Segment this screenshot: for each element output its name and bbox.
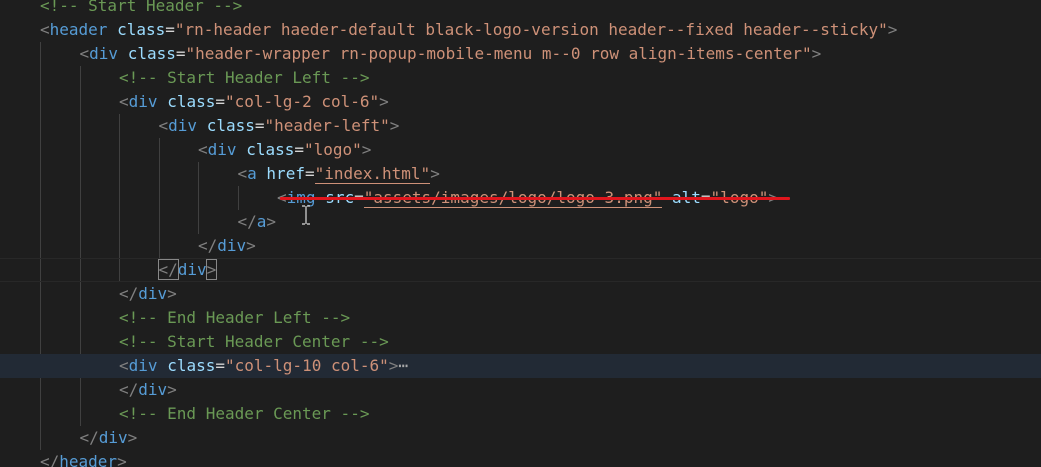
equals-sign: = [175, 44, 186, 63]
bracket: < [119, 356, 129, 375]
attribute-value: "rn-header haeder-default black-logo-ver… [174, 20, 888, 39]
tag-name: a [256, 212, 267, 231]
equals-sign: = [254, 116, 265, 135]
bracket: > [246, 236, 256, 255]
equals-sign: = [294, 140, 304, 159]
bracket: </ [40, 452, 60, 467]
bracket: > [430, 164, 440, 183]
code-editor[interactable]: <!-- Start Header --> <header class="rn-h… [0, 0, 1041, 467]
tag-name: div [168, 116, 198, 135]
attribute-value: "header-wrapper rn-popup-mobile-menu m--… [185, 44, 812, 63]
code-line[interactable]: </div> [0, 282, 1041, 306]
attribute-value: "header-left" [264, 116, 390, 135]
tag-name: div [138, 380, 168, 399]
tag-name: div [138, 284, 168, 303]
code-line[interactable]: <!-- End Header Center --> [0, 402, 1041, 426]
attribute-name: class [206, 116, 255, 135]
equals-sign: = [215, 356, 225, 375]
bracket: > [887, 20, 898, 39]
tag-name: div [89, 44, 119, 63]
tag-name: header [49, 20, 108, 39]
bracket: > [811, 44, 822, 63]
code-line[interactable]: </div> [0, 378, 1041, 402]
link-value: "index.html" [314, 164, 431, 184]
bracket: > [167, 284, 177, 303]
bracket: > [388, 356, 399, 375]
tag-name: div [98, 428, 128, 447]
code-line[interactable]: </header> [0, 450, 1041, 467]
code-line[interactable]: <!-- Start Header --> [0, 0, 1041, 18]
bracket: < [158, 116, 169, 135]
code-line[interactable]: </div> [0, 258, 1041, 282]
bracket: </ [119, 380, 139, 399]
bracket: > [127, 428, 138, 447]
attribute-name: class [167, 356, 216, 375]
equals-sign: = [165, 20, 175, 39]
bracket: </ [198, 236, 218, 255]
comment: <!-- End Header Left --> [119, 308, 351, 327]
attribute-value: "col-lg-2 col-6" [225, 92, 380, 111]
code-line[interactable]: <!-- End Header Left --> [0, 306, 1041, 330]
bracket: < [79, 44, 90, 63]
code-line[interactable]: <div class="logo"> [0, 138, 1041, 162]
equals-sign: = [304, 164, 315, 183]
code-line[interactable]: <div class="col-lg-10 col-6">⋯ [0, 354, 1041, 378]
tag-name: div [217, 236, 247, 255]
code-line[interactable]: <a href="index.html"> [0, 162, 1041, 186]
bracket: > [266, 212, 277, 231]
code-line[interactable]: <div class="header-wrapper rn-popup-mobi… [0, 42, 1041, 66]
attribute-name: class [246, 140, 295, 159]
bracket: < [119, 92, 129, 111]
equals-sign: = [215, 92, 225, 111]
tag-name: div [207, 140, 237, 159]
attribute-name: href [266, 164, 305, 183]
comment: <!-- End Header Center --> [119, 404, 370, 423]
comment: <!-- Start Header Center --> [119, 332, 389, 351]
red-annotation-underline [280, 197, 790, 200]
code-line[interactable]: <!-- Start Header Center --> [0, 330, 1041, 354]
bracket: > [117, 452, 127, 467]
bracket: < [40, 20, 50, 39]
code-line[interactable]: <div class="header-left"> [0, 114, 1041, 138]
code-line[interactable]: <!-- Start Header Left --> [0, 66, 1041, 90]
bracket: < [198, 140, 208, 159]
bracket: </ [79, 428, 99, 447]
code-line[interactable]: <header class="rn-header haeder-default … [0, 18, 1041, 42]
tag-name: header [59, 452, 118, 467]
tag-name: div [128, 356, 158, 375]
bracket: > [361, 140, 372, 159]
folded-ellipsis: ⋯ [398, 356, 409, 375]
comment: <!-- Start Header Left --> [119, 68, 370, 87]
attribute-value: "logo" [304, 140, 362, 159]
bracket: </ [237, 212, 257, 231]
bracket: </ [119, 284, 139, 303]
attribute-name: class [117, 20, 166, 39]
tag-name: a [247, 164, 257, 183]
text-cursor-icon [301, 205, 311, 225]
bracket: > [389, 116, 400, 135]
matched-bracket: > [205, 259, 218, 280]
comment: <!-- Start Header --> [40, 0, 243, 15]
matched-bracket: </ [157, 259, 179, 280]
attribute-name: class [127, 44, 176, 63]
attribute-value: "col-lg-10 col-6" [225, 356, 389, 375]
bracket: > [167, 380, 177, 399]
code-line[interactable]: </a> [0, 210, 1041, 234]
bracket: > [379, 92, 389, 111]
attribute-name: class [167, 92, 216, 111]
tag-name: div [177, 260, 207, 279]
bracket: < [237, 164, 248, 183]
code-line[interactable]: </div> [0, 426, 1041, 450]
code-line[interactable]: <div class="col-lg-2 col-6"> [0, 90, 1041, 114]
code-line[interactable]: </div> [0, 234, 1041, 258]
tag-name: div [128, 92, 158, 111]
